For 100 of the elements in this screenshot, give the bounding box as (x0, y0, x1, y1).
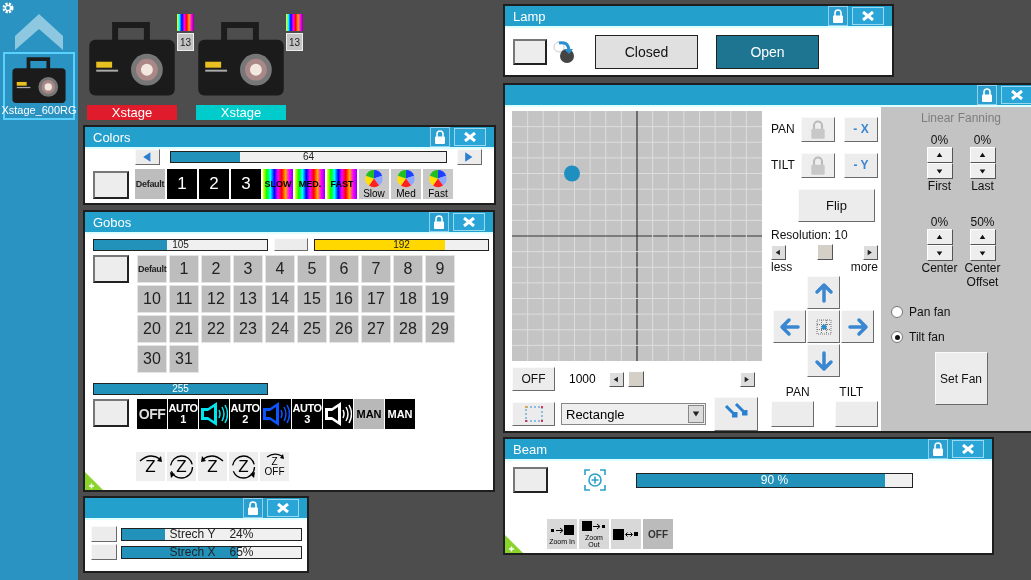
slider[interactable]: 192 (314, 238, 489, 251)
gobo-button[interactable]: 10 (137, 285, 167, 313)
gobo-button[interactable]: 15 (297, 285, 327, 313)
color-button[interactable]: 3 (231, 169, 261, 199)
rotation-button[interactable]: Z (167, 452, 196, 481)
gobo-button[interactable]: 13 (233, 285, 263, 313)
increase-button[interactable] (926, 229, 953, 245)
next-button[interactable] (457, 149, 482, 165)
sound-mode-button[interactable] (323, 399, 353, 429)
color-button[interactable]: Slow (359, 169, 389, 199)
lock-button[interactable] (977, 85, 997, 105)
gobo-button[interactable]: 11 (169, 285, 199, 313)
toggle-button[interactable] (93, 255, 129, 283)
color-button[interactable]: FAST (327, 169, 357, 199)
lock-button[interactable] (429, 212, 449, 232)
selection-button[interactable] (512, 402, 555, 426)
gobo-button[interactable]: 21 (169, 315, 199, 343)
close-button[interactable] (453, 213, 485, 231)
close-button[interactable] (1001, 86, 1031, 104)
mode-button[interactable]: AUTO 1 (168, 399, 198, 429)
resize-grip-icon[interactable] (505, 535, 523, 553)
rotation-button[interactable]: Z OFF (260, 452, 289, 481)
decrease-button[interactable] (926, 163, 953, 179)
gobo-button[interactable]: 14 (265, 285, 295, 313)
rotation-button[interactable]: Z (198, 452, 227, 481)
gobo-button[interactable]: 9 (425, 255, 455, 283)
gobo-button[interactable]: 28 (393, 315, 423, 343)
slider[interactable]: Strech Y 24% (121, 527, 302, 541)
scroll-thumb[interactable] (816, 244, 833, 260)
zoom-swap-button[interactable] (611, 519, 641, 549)
color-button[interactable]: Fast (423, 169, 453, 199)
scroll-left-button[interactable] (771, 244, 786, 260)
close-button[interactable] (852, 7, 884, 25)
mode-button[interactable]: AUTO 3 (292, 399, 322, 429)
lock-button[interactable] (243, 498, 263, 518)
lamp-button[interactable]: Open (716, 34, 819, 69)
close-button[interactable] (267, 499, 299, 517)
mode-button[interactable]: AUTO 2 (230, 399, 260, 429)
scroll-thumb[interactable] (628, 371, 644, 387)
sound-mode-button[interactable] (199, 399, 229, 429)
gobo-button[interactable]: 7 (361, 255, 391, 283)
scroll-right-button[interactable] (740, 371, 755, 387)
mode-button[interactable]: OFF (137, 399, 167, 429)
color-button[interactable]: 2 (199, 169, 229, 199)
toggle-button[interactable] (93, 171, 129, 199)
gobo-button[interactable]: 19 (425, 285, 455, 313)
toggle-button[interactable] (93, 399, 129, 427)
gobo-button[interactable]: 23 (233, 315, 263, 343)
mode-button[interactable]: MAN (385, 399, 415, 429)
scroll-left-button[interactable] (609, 371, 624, 387)
decrease-button[interactable] (926, 245, 953, 261)
gobo-button[interactable]: 17 (361, 285, 391, 313)
gobo-button[interactable]: 5 (297, 255, 327, 283)
channel-button[interactable] (835, 401, 878, 427)
gobo-button[interactable]: Default (137, 255, 167, 283)
off-button[interactable]: OFF (512, 367, 555, 391)
color-button[interactable]: Med (391, 169, 421, 199)
increase-button[interactable] (969, 229, 996, 245)
center-button[interactable] (807, 310, 840, 343)
rotation-button[interactable]: Z (136, 452, 165, 481)
gobo-button[interactable]: 31 (169, 345, 199, 373)
gobo-button[interactable]: 18 (393, 285, 423, 313)
toggle-button[interactable] (513, 38, 547, 65)
scroll-right-button[interactable] (863, 244, 878, 260)
gobo-button[interactable]: 26 (329, 315, 359, 343)
gobo-button[interactable]: 4 (265, 255, 295, 283)
gobo-button[interactable]: 24 (265, 315, 295, 343)
gobo-button[interactable]: 8 (393, 255, 423, 283)
lock-button[interactable] (430, 127, 450, 147)
gobo-button[interactable]: 30 (137, 345, 167, 373)
beam-off-button[interactable]: OFF (643, 519, 673, 549)
lamp-button[interactable]: Closed (595, 34, 698, 69)
fixture-label[interactable]: Xstage (87, 104, 177, 120)
color-button[interactable]: 1 (167, 169, 197, 199)
position-dot[interactable] (564, 165, 580, 182)
close-button[interactable] (952, 440, 984, 458)
color-button[interactable]: MED. (295, 169, 325, 199)
mode-button[interactable]: MAN (354, 399, 384, 429)
gobo-button[interactable]: 27 (361, 315, 391, 343)
close-button[interactable] (454, 128, 486, 146)
rotation-button[interactable]: Z (229, 452, 258, 481)
gobo-button[interactable]: 2 (201, 255, 231, 283)
up-button[interactable] (807, 276, 840, 309)
settings-icon[interactable] (2, 2, 14, 14)
gobo-button[interactable]: 1 (169, 255, 199, 283)
slider[interactable]: 255 (93, 383, 268, 395)
increase-button[interactable] (926, 147, 953, 163)
toggle-button[interactable] (513, 467, 548, 493)
center-button[interactable] (274, 238, 308, 251)
decrease-button[interactable] (969, 245, 996, 261)
previous-button[interactable] (135, 149, 160, 165)
lock-button[interactable] (828, 6, 848, 26)
decrease-button[interactable] (969, 163, 996, 179)
slider[interactable]: 90 % (636, 472, 913, 488)
slider[interactable]: 64 (170, 151, 447, 163)
channel-button[interactable] (771, 401, 814, 427)
left-button[interactable] (773, 310, 806, 343)
shape-dropdown[interactable]: Rectangle (561, 403, 706, 425)
flip-button[interactable]: Flip (798, 189, 875, 222)
scrollbar[interactable] (771, 244, 878, 260)
